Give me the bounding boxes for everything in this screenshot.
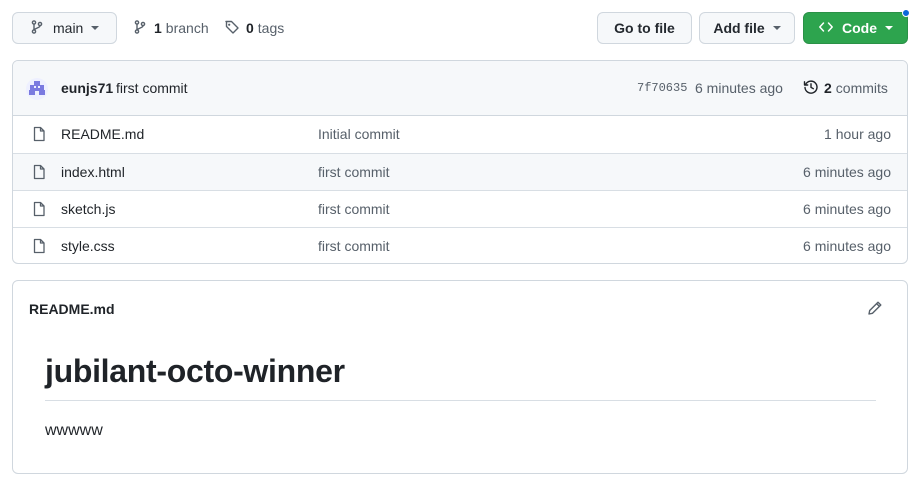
add-file-button[interactable]: Add file <box>699 12 795 44</box>
commits-link[interactable]: 2 commits <box>803 78 888 98</box>
commit-count: 2 <box>824 80 832 96</box>
chevron-down-icon <box>885 26 893 30</box>
chevron-down-icon <box>91 26 100 30</box>
branch-count-label: branch <box>165 20 209 36</box>
latest-commit-header: eunjs71 first commit 7f70635 6 minutes a… <box>13 61 907 116</box>
file-name[interactable]: sketch.js <box>61 201 115 217</box>
file-row[interactable]: README.md Initial commit 1 hour ago <box>13 116 907 153</box>
file-browser: eunjs71 first commit 7f70635 6 minutes a… <box>12 60 908 264</box>
branch-count: 1 <box>154 20 162 36</box>
code-label: Code <box>842 20 877 36</box>
file-commit-time: 6 minutes ago <box>803 164 891 180</box>
readme-heading: jubilant-octo-winner <box>45 353 345 389</box>
file-commit-message[interactable]: first commit <box>318 201 390 217</box>
file-icon <box>31 238 47 257</box>
code-button[interactable]: Code <box>803 12 908 44</box>
file-commit-time: 6 minutes ago <box>803 201 891 217</box>
file-list: README.md Initial commit 1 hour ago inde… <box>13 116 907 263</box>
git-branch-icon <box>29 19 45 38</box>
avatar[interactable] <box>26 78 48 100</box>
file-icon <box>31 126 47 145</box>
commit-count-label: commits <box>835 80 888 96</box>
pencil-icon[interactable] <box>867 300 883 319</box>
code-icon <box>818 19 834 38</box>
commit-message[interactable]: first commit <box>116 80 188 96</box>
commit-author[interactable]: eunjs71 <box>61 80 113 96</box>
file-commit-message[interactable]: first commit <box>318 238 390 254</box>
file-commit-time: 1 hour ago <box>824 126 891 142</box>
tag-count-label: tags <box>257 20 285 36</box>
file-icon <box>31 164 47 183</box>
file-commit-time: 6 minutes ago <box>803 238 891 254</box>
file-row[interactable]: style.css first commit 6 minutes ago <box>13 227 907 263</box>
readme-filename[interactable]: README.md <box>29 301 115 317</box>
tag-icon <box>224 19 240 38</box>
tag-count: 0 <box>246 20 254 36</box>
file-name[interactable]: style.css <box>61 238 115 254</box>
file-row[interactable]: sketch.js first commit 6 minutes ago <box>13 190 907 227</box>
file-icon <box>31 201 47 220</box>
add-file-label: Add file <box>713 20 765 36</box>
heading-divider <box>45 400 876 401</box>
tags-link[interactable]: 0 tags <box>224 12 284 44</box>
go-to-file-button[interactable]: Go to file <box>597 12 692 44</box>
branches-link[interactable]: 1 branch <box>132 12 209 44</box>
file-name[interactable]: README.md <box>61 126 144 142</box>
readme-panel: README.md jubilant-octo-winner wwwww <box>12 280 908 474</box>
commit-sha[interactable]: 7f70635 <box>637 81 687 95</box>
file-commit-message[interactable]: first commit <box>318 164 390 180</box>
file-name[interactable]: index.html <box>61 164 125 180</box>
repo-toolbar: main 1 branch 0 tags Go to file Add file… <box>12 9 910 44</box>
git-branch-icon <box>132 19 148 38</box>
commit-time: 6 minutes ago <box>695 80 783 96</box>
file-row[interactable]: index.html first commit 6 minutes ago <box>13 153 907 190</box>
readme-body: wwwww <box>45 422 103 439</box>
go-to-file-label: Go to file <box>614 20 675 36</box>
notification-dot <box>902 9 910 17</box>
chevron-down-icon <box>772 26 781 30</box>
file-commit-message[interactable]: Initial commit <box>318 126 400 142</box>
branch-name: main <box>53 20 84 36</box>
branch-select-button[interactable]: main <box>12 12 117 44</box>
history-icon <box>803 79 819 98</box>
